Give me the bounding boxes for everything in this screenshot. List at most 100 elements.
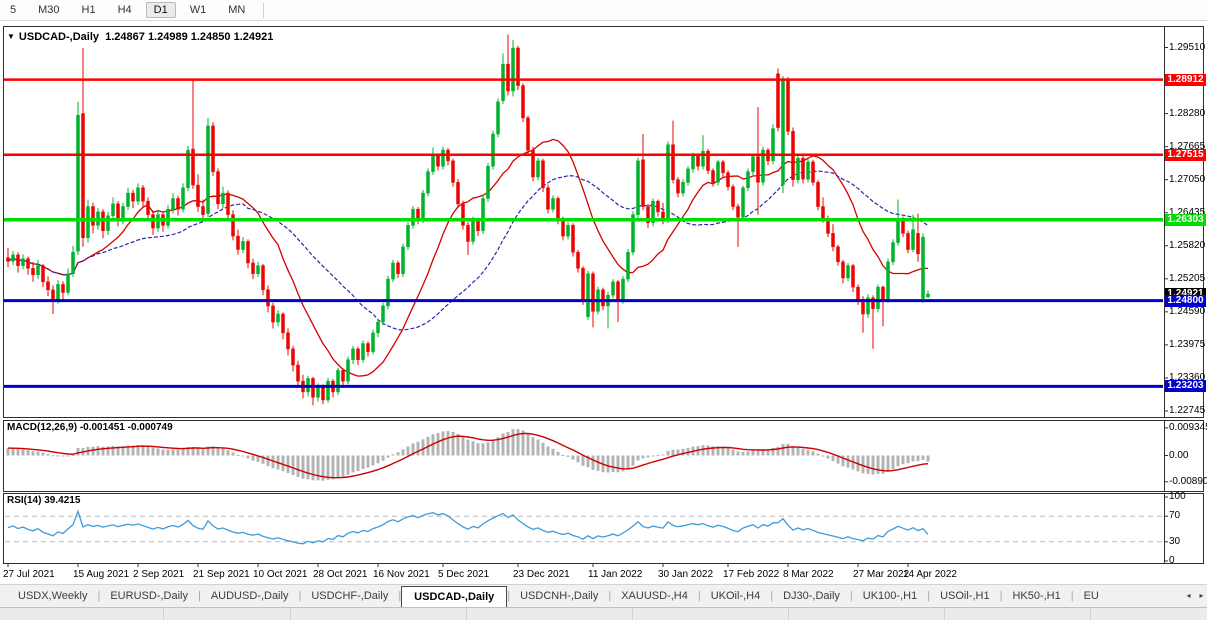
macd-bar bbox=[307, 456, 310, 480]
macd-bar bbox=[917, 456, 920, 462]
macd-bar bbox=[417, 442, 420, 456]
tab-scroll-right-icon[interactable]: ▸ bbox=[1196, 588, 1207, 603]
candle-body bbox=[717, 162, 720, 182]
candle-body bbox=[742, 188, 745, 218]
status-strip bbox=[0, 607, 1207, 620]
candle-body bbox=[492, 134, 495, 166]
rsi-tick-label: 70 bbox=[1169, 510, 1206, 522]
tab-dj30-daily[interactable]: DJ30-,Daily bbox=[773, 585, 850, 607]
candle-body bbox=[262, 266, 265, 290]
macd-bar bbox=[237, 455, 240, 456]
tab-ukoil-h4[interactable]: UKOil-,H4 bbox=[701, 585, 771, 607]
candle-body bbox=[727, 173, 730, 187]
macd-bar bbox=[607, 456, 610, 473]
macd-bar bbox=[907, 456, 910, 464]
candle-body bbox=[512, 48, 515, 91]
tab-eu[interactable]: EU bbox=[1074, 585, 1109, 607]
macd-bar bbox=[732, 450, 735, 456]
macd-bar bbox=[802, 449, 805, 455]
tab-xauusd-h4[interactable]: XAUUSD-,H4 bbox=[611, 585, 698, 607]
macd-bar bbox=[72, 455, 75, 456]
candle-body bbox=[682, 182, 685, 193]
candle-body bbox=[542, 161, 545, 188]
strip-divider bbox=[290, 608, 291, 620]
tab-eurusd-daily[interactable]: EURUSD-,Daily bbox=[100, 585, 198, 607]
macd-bar bbox=[562, 455, 565, 456]
symbol-dropdown-icon[interactable]: ▼ bbox=[7, 32, 15, 41]
macd-bar bbox=[652, 456, 655, 457]
date-tick-label: 15 Aug 2021 bbox=[73, 569, 129, 580]
strip-divider bbox=[466, 608, 467, 620]
level-price-badge: 1.23203 bbox=[1165, 380, 1206, 392]
candle-body bbox=[207, 126, 210, 214]
chart-ohlc-values: 1.24867 1.24989 1.24850 1.24921 bbox=[105, 31, 273, 43]
rsi-tick-label: 100 bbox=[1169, 491, 1206, 503]
candle-body bbox=[32, 268, 35, 274]
macd-bar bbox=[362, 456, 365, 469]
chart-canvas[interactable] bbox=[0, 0, 1207, 619]
candle-body bbox=[67, 274, 70, 293]
tab-usdchf-daily[interactable]: USDCHF-,Daily bbox=[301, 585, 398, 607]
candle-body bbox=[572, 225, 575, 252]
strip-divider bbox=[1090, 608, 1091, 620]
tab-usdcnh-daily[interactable]: USDCNH-,Daily bbox=[510, 585, 608, 607]
macd-bar bbox=[542, 443, 545, 456]
macd-bar bbox=[847, 456, 850, 468]
date-tick-label: 28 Oct 2021 bbox=[313, 569, 367, 580]
macd-bar bbox=[582, 456, 585, 466]
candle-body bbox=[402, 247, 405, 274]
candle-body bbox=[927, 294, 930, 297]
candle-body bbox=[772, 129, 775, 161]
chart-tab-bar: USDX,Weekly|EURUSD-,Daily|AUDUSD-,Daily|… bbox=[0, 584, 1207, 607]
tab-usdcad-daily[interactable]: USDCAD-,Daily bbox=[401, 586, 507, 607]
candle-body bbox=[907, 233, 910, 249]
strip-divider bbox=[163, 608, 164, 620]
candle-body bbox=[617, 282, 620, 301]
macd-bar bbox=[357, 456, 360, 472]
candle-body bbox=[697, 155, 700, 166]
macd-bar bbox=[302, 456, 305, 479]
tab-scroll-left-icon[interactable]: ◂ bbox=[1183, 588, 1194, 603]
candle-body bbox=[757, 157, 760, 183]
candle-body bbox=[267, 290, 270, 306]
macd-bar bbox=[422, 439, 425, 455]
candle-body bbox=[347, 360, 350, 381]
price-tick-label: 1.25205 bbox=[1169, 273, 1206, 285]
macd-bar bbox=[247, 456, 250, 459]
tab-hk50-h1[interactable]: HK50-,H1 bbox=[1002, 585, 1070, 607]
macd-bar bbox=[57, 456, 60, 457]
candle-body bbox=[752, 157, 755, 172]
macd-bar bbox=[97, 446, 100, 455]
macd-bar bbox=[162, 449, 165, 455]
candle-body bbox=[602, 290, 605, 306]
candle-body bbox=[552, 198, 555, 209]
candle-body bbox=[507, 64, 510, 91]
tab-usoil-h1[interactable]: USOil-,H1 bbox=[930, 585, 1000, 607]
macd-bar bbox=[662, 455, 665, 456]
candle-body bbox=[197, 185, 200, 206]
macd-bar bbox=[17, 449, 20, 455]
macd-bar bbox=[297, 456, 300, 477]
candle-body bbox=[817, 182, 820, 206]
macd-bar bbox=[267, 456, 270, 466]
candle-body bbox=[237, 236, 240, 249]
candle-body bbox=[577, 252, 580, 268]
macd-bar bbox=[797, 447, 800, 455]
date-tick-label: 5 Dec 2021 bbox=[438, 569, 489, 580]
tab-uk100-h1[interactable]: UK100-,H1 bbox=[853, 585, 927, 607]
macd-bar bbox=[377, 456, 380, 464]
candle-body bbox=[887, 262, 890, 300]
macd-tick-label: 0.009345 bbox=[1169, 422, 1206, 434]
candle-body bbox=[337, 370, 340, 391]
tab-usdx-weekly[interactable]: USDX,Weekly bbox=[8, 585, 97, 607]
macd-bar bbox=[287, 456, 290, 474]
candle-body bbox=[882, 287, 885, 299]
price-tick-label: 1.24590 bbox=[1169, 306, 1206, 318]
candle-body bbox=[777, 74, 780, 128]
macd-bar bbox=[617, 456, 620, 473]
macd-bar bbox=[702, 445, 705, 455]
candle-body bbox=[587, 274, 590, 317]
tab-audusd-daily[interactable]: AUDUSD-,Daily bbox=[201, 585, 299, 607]
candle-body bbox=[17, 255, 20, 266]
candle-body bbox=[167, 209, 170, 225]
